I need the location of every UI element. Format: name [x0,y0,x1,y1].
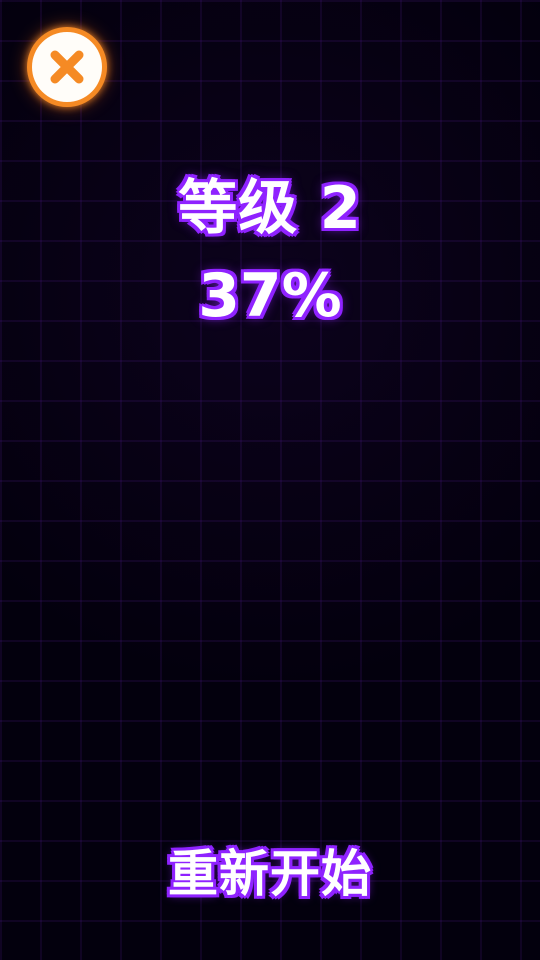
close-button[interactable] [27,27,107,107]
restart-button[interactable]: 重新开始 [140,834,400,914]
game-screen: 等级 2 37% 重新开始 [0,0,540,960]
close-button-inner [32,32,102,102]
close-icon [50,50,84,84]
progress-percentage: 37% [198,261,342,331]
level-title: 等级 2 [178,173,362,242]
